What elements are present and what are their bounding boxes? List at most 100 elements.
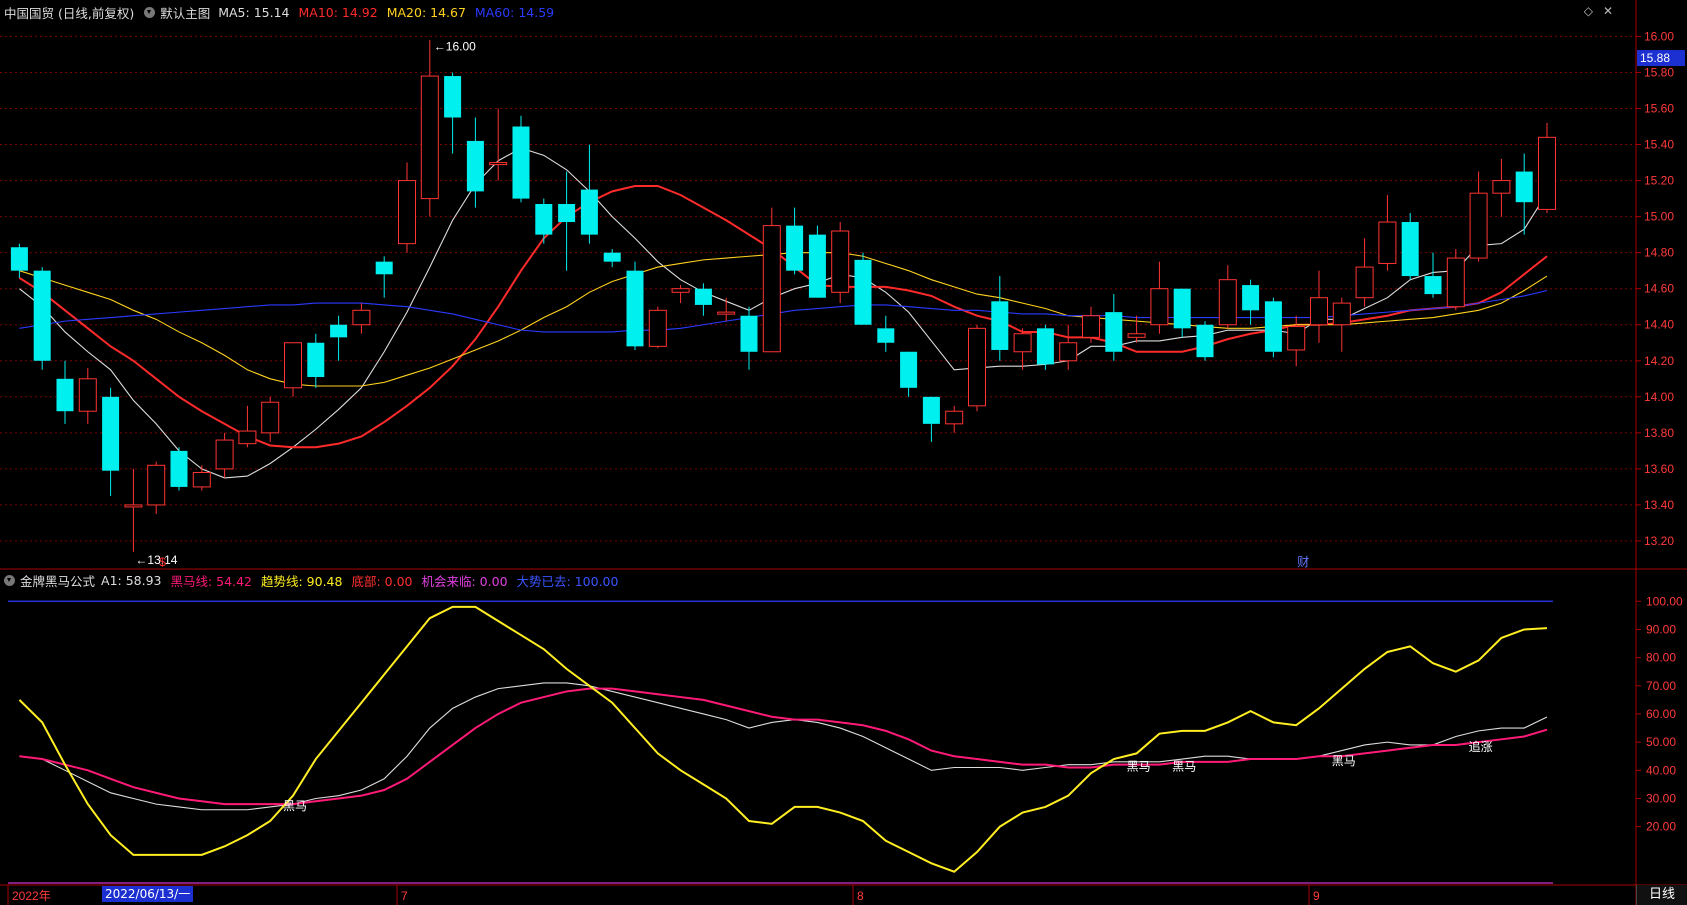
candle-body-up [1469,192,1488,259]
indicator-tick-label: 40.00 [1646,763,1676,777]
price-tick-label: 15.80 [1644,65,1674,79]
candle-body-down [808,234,826,298]
candle-body-up [238,430,257,445]
candle-body-down [10,247,28,271]
candle-body-down [375,261,393,275]
price-tick-label: 13.80 [1644,426,1674,440]
candle-body-up [1446,257,1465,308]
indicator-tick-label: 60.00 [1646,707,1676,721]
price-tick-label: 13.40 [1644,498,1674,512]
ma60-value: MA60: 14.59 [474,4,555,20]
candle-body-down [307,342,325,377]
indicator-signal-label: 追涨 [1469,739,1493,754]
candle-body-up [489,162,508,166]
time-tick-label: 9 [1313,889,1320,903]
ma5-value: MA5: 15.14 [218,4,290,20]
candle-body-down [1515,171,1533,203]
candle-body-up [78,378,97,412]
candle-body-up [671,288,690,293]
candle-body-up [352,309,371,326]
dropdown-icon[interactable] [144,6,156,18]
indicator-tick-label: 70.00 [1646,679,1676,693]
current-price-tag: 15.88 [1640,51,1670,65]
price-tick-label: 15.20 [1644,174,1674,188]
indicator-name[interactable]: 金牌黑马公式 [20,571,95,590]
candle-body-up [284,342,302,389]
price-tick-label: 14.20 [1644,354,1674,368]
time-tick-label: 7 [401,889,408,903]
candle-body-up [945,410,964,425]
view-label[interactable]: 默认主图 [160,3,210,22]
panel-controls: ◇ ✕ [1584,4,1613,18]
candle-body-up [147,464,166,506]
dropdown-icon[interactable] [4,574,15,586]
candle-body-down [603,252,621,262]
candle-body-up [762,225,781,353]
diamond-icon[interactable]: ◇ [1584,4,1593,18]
candle-body-up [1059,342,1078,362]
indicator-a1: A1: 58.93 [101,572,162,588]
candle-body-down [694,288,712,305]
candle-body-down [1424,276,1442,295]
price-tick-label: 15.60 [1644,101,1674,115]
candle-body-down [1242,285,1260,311]
indicator-series-0 [19,682,1548,811]
main-chart-legend: 中国国贸 (日线,前复权) 默认主图 MA5: 15.14 MA10: 14.9… [0,2,563,22]
candle-body-up [968,327,986,407]
high-annotation: ←16.00 [434,39,476,53]
indicator-signal-label: 黑马 [1332,754,1356,768]
candle-body-up [1355,266,1374,299]
ma20-value: MA20: 14.67 [386,4,466,20]
candle-body-down [900,351,918,388]
candle-body-down [56,378,74,412]
candle-body-up [261,401,280,434]
candle-body-up [1287,326,1306,351]
candle-body-down [877,328,895,343]
ma10-value: MA10: 14.92 [298,4,378,20]
candle-body-down [466,140,484,192]
time-tick-label: 8 [857,889,864,903]
candle-body-down [1264,301,1282,352]
candle-body-up [420,75,439,200]
candle-body-up [1378,221,1397,264]
candle-body-up [124,504,143,508]
candle-body-down [102,396,120,471]
candle-body-down [33,270,51,361]
close-icon[interactable]: ✕ [1603,4,1613,18]
indicator-signal-label: 黑马 [1127,760,1151,774]
indicator-signal-label: 黑马 [1172,760,1196,774]
candle-body-up [215,439,234,470]
candle-body-down [626,270,644,347]
candle-body-down [1401,222,1419,277]
candle-body-up [831,230,850,293]
candle-body-down [330,324,348,338]
candle-body-down [580,189,598,235]
candle-body-down [558,204,576,223]
indicator-tick-label: 30.00 [1646,791,1676,805]
indicator-tick-label: 90.00 [1646,622,1676,636]
candle-body-down [854,259,872,325]
stock-title[interactable]: 中国国贸 (日线,前复权) [4,3,134,22]
candle-body-up [1127,333,1146,338]
candle-body-up [398,180,416,245]
price-tick-label: 16.00 [1644,29,1674,43]
period-tab-daily[interactable]: 日线 [1636,885,1687,905]
indicator-tick-label: 100.00 [1646,594,1683,608]
candle-body-down [786,225,804,271]
candle-body-up [1492,180,1511,194]
time-tick-label: 2022年 [12,889,51,903]
candle-body-up [1218,279,1237,326]
candle-body-down [1036,328,1054,365]
chart-canvas: 13.20 13.40 13.60 13.80 14.00 14.20 14.40 14.60… [0,0,1687,905]
indicator-gone: 大势已去: 100.00 [516,573,619,589]
crosshair-date-tag: 2022/06/13/一 [102,886,194,902]
candle-body-up [1332,302,1351,326]
candle-body-down [740,315,758,352]
price-tick-label: 15.40 [1644,138,1674,152]
candle-body-down [170,450,188,487]
candle-body-down [535,204,553,235]
price-tick-label: 14.00 [1644,390,1674,404]
price-tick-label: 13.60 [1644,462,1674,476]
low-annotation: ←13.14 [135,553,177,567]
candle-body-up [1538,136,1556,210]
